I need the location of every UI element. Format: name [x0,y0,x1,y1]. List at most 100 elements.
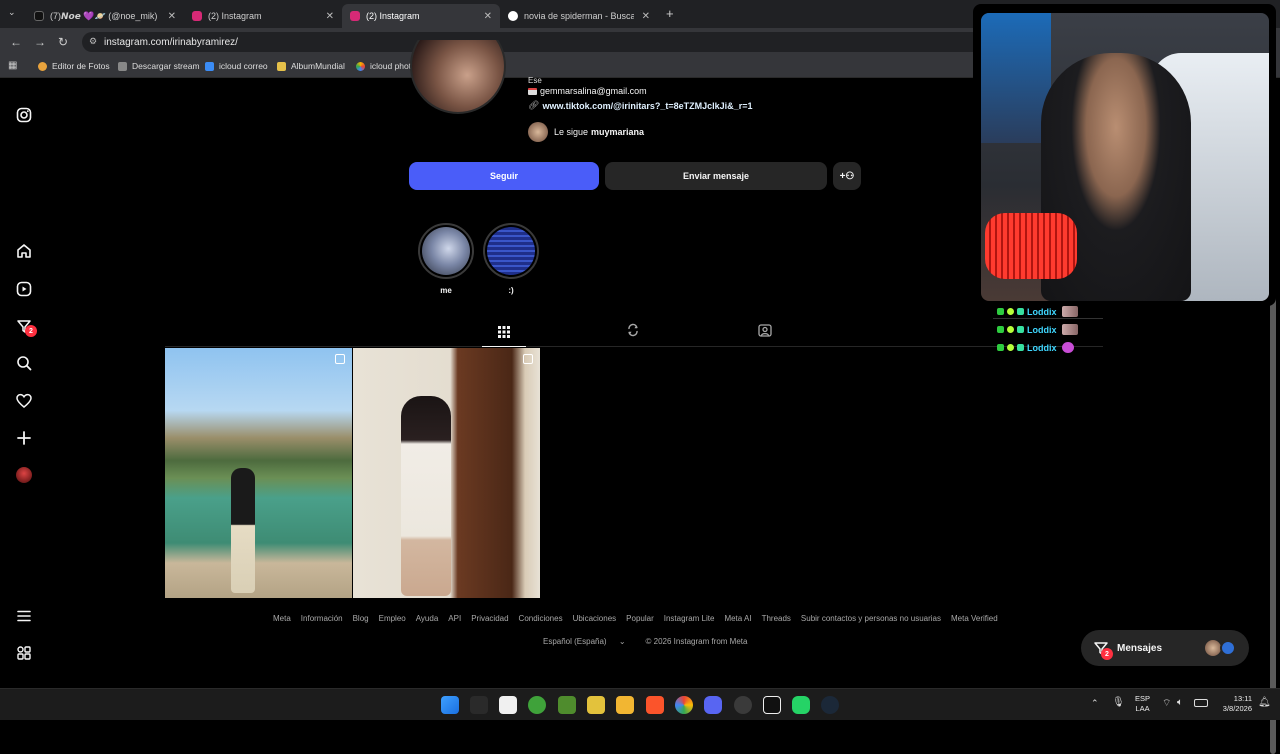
tab-instagram-2[interactable]: (2) Instagram ✕ [342,4,500,28]
widgets-icon[interactable] [470,696,488,714]
xbox-icon[interactable] [528,696,546,714]
footer-link-ayuda[interactable]: Ayuda [416,614,439,623]
bookmark-editor-fotos[interactable]: Editor de Fotos [38,61,110,71]
footer-link-instagram-lite[interactable]: Instagram Lite [664,614,715,623]
tab-close-icon[interactable]: ✕ [484,11,492,22]
link-text[interactable]: www.tiktok.com/@irinitars?_t=8eTZMJclkJi… [542,101,752,111]
language-selector[interactable]: Español (España) ⌄ [543,637,636,646]
brave-browser-icon[interactable] [646,696,664,714]
chat-badge-icon [997,326,1004,333]
google-favicon-icon [508,11,518,21]
profile-avatar[interactable] [14,465,34,485]
footer-link-empleo[interactable]: Empleo [379,614,406,623]
profile-picture-image [410,40,506,114]
follow-button[interactable]: Seguir [409,162,599,190]
footer-link-threads[interactable]: Threads [762,614,791,623]
footer-link-ubicaciones[interactable]: Ubicaciones [573,614,617,623]
footer-link-meta[interactable]: Meta [273,614,291,623]
capcut-icon[interactable] [763,696,781,714]
also-from-meta-icon[interactable] [14,643,34,663]
post-fountain[interactable] [165,348,352,598]
messages-button[interactable]: 2 Mensajes [1081,630,1249,666]
tagged-person-icon [758,324,772,337]
volume-icon[interactable]: 🔈︎ [1177,697,1183,708]
keyboard-language[interactable]: ESP LAA [1135,694,1150,714]
footer-link-meta-verified[interactable]: Meta Verified [951,614,998,623]
chat-divider [993,318,1103,319]
heart-icon[interactable] [14,391,34,411]
obs-icon[interactable] [734,696,752,714]
footer-link-contactos[interactable]: Subir contactos y personas no usuarias [801,614,941,623]
send-message-button[interactable]: Enviar mensaje [605,162,827,190]
forward-arrow-icon[interactable]: → [34,35,46,49]
reels-icon[interactable] [14,279,34,299]
footer-link-informacion[interactable]: Información [301,614,343,623]
address-bar[interactable]: ⚙ instagram.com/irinabyramirez/ [82,32,982,52]
tab-close-icon[interactable]: ✕ [326,11,334,22]
microphone-icon[interactable]: 🎙︎ [1112,697,1125,708]
apps-grid-icon[interactable]: ▦ [8,60,17,71]
instagram-logo-icon[interactable] [14,105,34,125]
wifi-icon[interactable]: ⌔ [1162,697,1171,710]
tab-close-icon[interactable]: ✕ [642,11,650,22]
battery-icon[interactable] [1194,699,1208,707]
tab-tagged[interactable] [758,323,774,339]
chat-emote [1061,306,1078,317]
site-info-icon[interactable]: ⚙ [89,36,97,47]
clock-time: 13:11 [1233,694,1252,703]
discord-icon[interactable] [704,696,722,714]
tab-list-chevron-icon[interactable]: ⌄ [8,7,16,18]
copyright: © 2026 Instagram from Meta [645,637,748,646]
new-tab-icon[interactable]: + [666,6,674,21]
minecraft-icon[interactable] [558,696,576,714]
back-arrow-icon[interactable]: ← [10,35,22,49]
tab-title: (2) Instagram [208,11,262,21]
highlight-label: me [440,286,452,295]
bookmark-icloud-correo[interactable]: icloud correo [205,61,268,71]
highlight-me[interactable] [418,223,474,279]
footer-link-api[interactable]: API [448,614,461,623]
footer-link-blog[interactable]: Blog [353,614,369,623]
tab-google-search[interactable]: novia de spiderman - Buscar co ✕ [500,4,658,28]
tray-chevron-up-icon[interactable]: ⌃ [1091,698,1099,709]
steam-icon[interactable] [821,696,839,714]
file-explorer-icon[interactable] [616,696,634,714]
home-icon[interactable] [14,241,34,261]
followed-by-user[interactable]: muymariana [591,127,644,137]
tab-close-icon[interactable]: ✕ [168,11,176,22]
followed-by[interactable]: Le sigue muymariana [528,122,644,142]
create-plus-icon[interactable] [14,428,34,448]
footer-link-condiciones[interactable]: Condiciones [519,614,563,623]
game-launcher-icon[interactable] [587,696,605,714]
chat-badge-icon [1007,326,1014,333]
bookmark-descargar-stream[interactable]: Descargar stream [118,61,200,71]
address-bar-url: instagram.com/irinabyramirez/ [104,36,238,48]
reload-icon[interactable]: ↻ [58,35,68,49]
clock[interactable]: 13:11 3/8/2026 [1214,694,1252,714]
highlight-smile[interactable] [483,223,539,279]
tab-posts[interactable] [482,318,526,347]
tab-title: (2) Instagram [366,11,420,21]
bookmark-favicon-icon [205,61,214,71]
search-icon[interactable] [14,353,34,373]
tab-instagram-1[interactable]: (2) Instagram ✕ [184,4,342,28]
store-icon[interactable] [499,696,517,714]
start-windows-icon[interactable] [441,696,459,714]
tab-reposts[interactable] [626,323,642,339]
chat-username: Loddix [1027,342,1057,353]
notifications-bell-icon[interactable]: 🔔︎ [1258,697,1271,708]
footer-link-privacidad[interactable]: Privacidad [471,614,508,623]
more-menu-icon[interactable] [14,606,34,626]
footer-link-meta-ai[interactable]: Meta AI [724,614,751,623]
messages-avatar [1205,640,1221,656]
bookmark-albummundial[interactable]: AlbumMundial [277,61,345,71]
profile-picture[interactable] [406,40,510,118]
tab-tiktok[interactable]: (7)𝙉𝙤𝙚 💜🪐 (@noe_mik) | Tik ✕ [26,4,184,28]
messenger-filter-icon[interactable]: 2 [14,316,37,337]
footer-link-popular[interactable]: Popular [626,614,654,623]
chrome-icon[interactable] [675,696,693,714]
bio-link[interactable]: 🔗︎ www.tiktok.com/@irinitars?_t=8eTZMJcl… [528,100,752,111]
post-doorway[interactable] [353,348,540,598]
whatsapp-icon[interactable] [792,696,810,714]
suggested-users-button[interactable]: +⚇ [833,162,861,190]
